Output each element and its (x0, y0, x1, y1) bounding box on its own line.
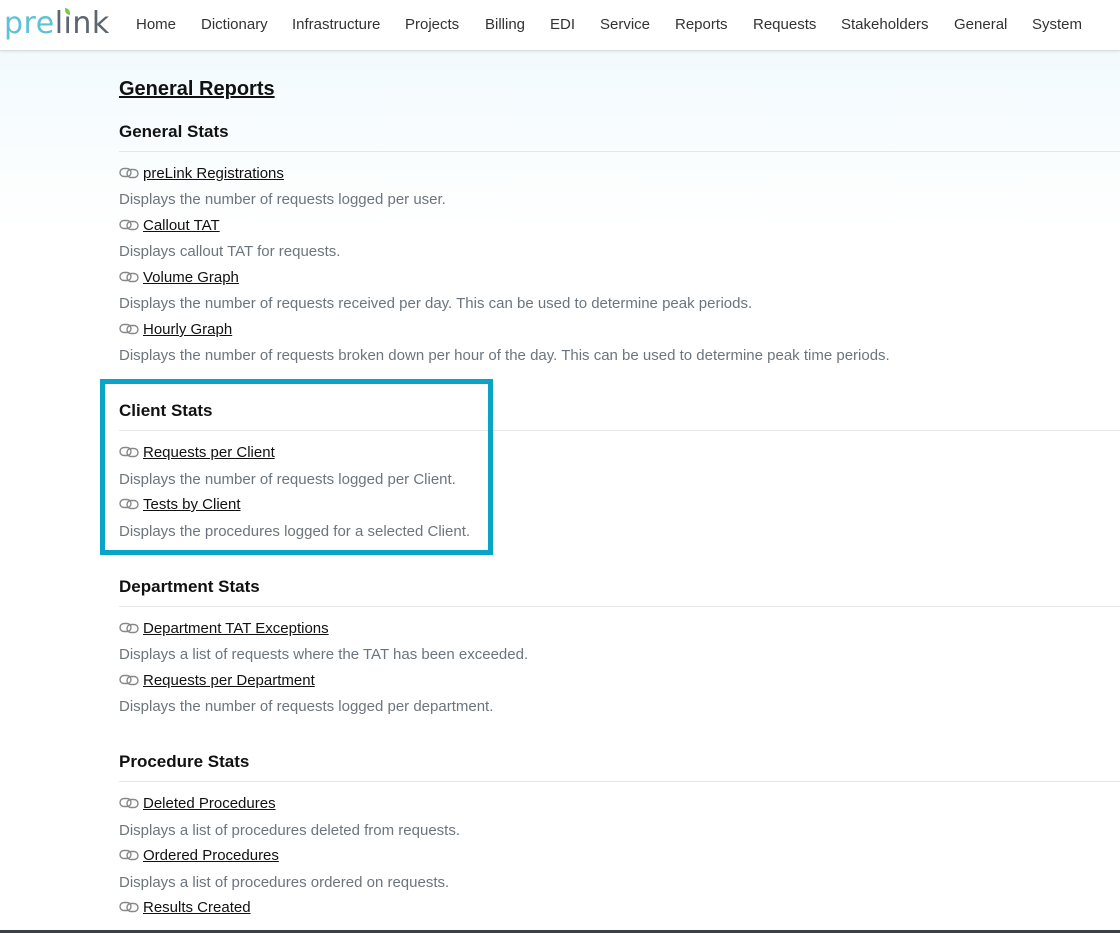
report-description: Displays a list of procedures deleted fr… (119, 822, 460, 839)
link-icon (119, 848, 139, 865)
report-description: Displays the number of requests logged p… (119, 698, 494, 715)
link-icon (119, 673, 139, 690)
nav-service[interactable]: Service (600, 16, 650, 33)
link-icon (119, 166, 139, 183)
link-icon (119, 796, 139, 813)
report-link-label[interactable]: Ordered Procedures (143, 847, 279, 864)
report-link-results-created[interactable]: Results Created (119, 899, 251, 917)
section-divider (119, 781, 1120, 782)
nav-system[interactable]: System (1032, 16, 1082, 33)
nav-projects[interactable]: Projects (405, 16, 459, 33)
section-divider (119, 430, 1120, 431)
page-title: General Reports (119, 78, 275, 100)
section-divider (119, 151, 1120, 152)
link-icon (119, 445, 139, 462)
report-link-label[interactable]: Deleted Procedures (143, 795, 276, 812)
link-icon (119, 322, 139, 339)
report-link-tests-by-client[interactable]: Tests by Client (119, 496, 241, 514)
report-description: Displays the number of requests broken d… (119, 347, 890, 364)
link-icon (119, 270, 139, 287)
report-link-label[interactable]: Tests by Client (143, 496, 241, 513)
link-icon (119, 218, 139, 235)
section-title-procedure-stats: Procedure Stats (119, 752, 250, 771)
report-link-label[interactable]: preLink Registrations (143, 165, 284, 182)
report-link-label[interactable]: Hourly Graph (143, 321, 232, 338)
report-description: Displays the procedures logged for a sel… (119, 523, 471, 540)
section-title-department-stats: Department Stats (119, 577, 260, 596)
report-link-label[interactable]: Requests per Client (143, 444, 275, 461)
link-icon (119, 900, 139, 917)
section-title-client-stats: Client Stats (119, 401, 213, 420)
link-icon (119, 621, 139, 638)
nav-home[interactable]: Home (136, 16, 176, 33)
report-description: Displays the number of requests logged p… (119, 471, 456, 488)
report-link-prelink-registrations[interactable]: preLink Registrations (119, 165, 284, 183)
report-description: Displays callout TAT for requests. (119, 243, 341, 260)
logo-text-pre: pre (4, 6, 55, 41)
section-divider (119, 606, 1120, 607)
report-link-label[interactable]: Callout TAT (143, 217, 220, 234)
report-link-callout-tat[interactable]: Callout TAT (119, 217, 220, 235)
nav-edi[interactable]: EDI (550, 16, 575, 33)
nav-general[interactable]: General (954, 16, 1007, 33)
nav-requests[interactable]: Requests (753, 16, 816, 33)
report-link-ordered-procedures[interactable]: Ordered Procedures (119, 847, 279, 865)
report-link-label[interactable]: Volume Graph (143, 269, 239, 286)
nav-billing[interactable]: Billing (485, 16, 525, 33)
report-link-label[interactable]: Requests per Department (143, 672, 315, 689)
report-link-deleted-procedures[interactable]: Deleted Procedures (119, 795, 276, 813)
main-content: General Reports General Stats preLink Re… (0, 51, 1120, 930)
logo-text-link: link (54, 6, 110, 41)
report-description: Displays the number of requests received… (119, 295, 753, 312)
top-navbar: prelink Home Dictionary Infrastructure P… (0, 0, 1120, 51)
report-link-requests-per-department[interactable]: Requests per Department (119, 672, 315, 690)
nav-infrastructure[interactable]: Infrastructure (292, 16, 380, 33)
report-description: Displays a list of procedures ordered on… (119, 874, 450, 891)
nav-dictionary[interactable]: Dictionary (201, 16, 268, 33)
report-description: Displays a list of requests where the TA… (119, 646, 529, 663)
report-link-requests-per-client[interactable]: Requests per Client (119, 444, 275, 462)
report-description: Displays the number of requests logged p… (119, 191, 446, 208)
report-link-volume-graph[interactable]: Volume Graph (119, 269, 239, 287)
report-link-hourly-graph[interactable]: Hourly Graph (119, 321, 232, 339)
report-link-label[interactable]: Results Created (143, 899, 251, 916)
nav-stakeholders[interactable]: Stakeholders (841, 16, 929, 33)
report-link-label[interactable]: Department TAT Exceptions (143, 620, 329, 637)
prelink-logo[interactable]: prelink (4, 4, 110, 44)
section-title-general-stats: General Stats (119, 122, 229, 141)
nav-reports[interactable]: Reports (675, 16, 728, 33)
report-link-department-tat-exceptions[interactable]: Department TAT Exceptions (119, 620, 329, 638)
link-icon (119, 497, 139, 514)
